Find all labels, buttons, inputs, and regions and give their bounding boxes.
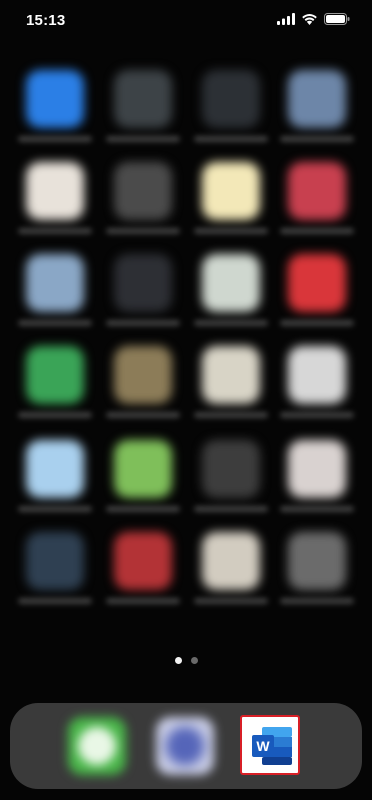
app-label-blurred [280,506,354,512]
status-icons [277,13,350,25]
home-app[interactable] [280,532,354,604]
app-label-blurred [18,412,92,418]
app-label-blurred [280,598,354,604]
cellular-signal-icon [277,13,295,25]
calculator-icon [114,346,172,404]
home-app[interactable] [194,254,268,326]
app-label-blurred [106,412,180,418]
app-label-blurred [280,412,354,418]
app-label-blurred [18,598,92,604]
clock-icon [288,346,346,404]
app-label-blurred [194,136,268,142]
home-app[interactable] [280,346,354,418]
chrome-icon [202,532,260,590]
home-app[interactable] [194,70,268,142]
wallpaper-icon [26,532,84,590]
app-label-blurred [18,506,92,512]
home-app[interactable] [106,254,180,326]
blurred-app-icon [26,254,84,312]
word-letter: W [256,738,270,754]
home-app[interactable] [280,162,354,234]
status-time: 15:13 [26,12,66,29]
home-app[interactable] [106,346,180,418]
app-label-blurred [106,598,180,604]
app-store-icon [26,70,84,128]
messages-icon [114,440,172,498]
blurred-app-icon [114,70,172,128]
app-label-blurred [106,506,180,512]
blurred-app-icon [288,532,346,590]
app-label-blurred [280,228,354,234]
blurred-app-icon [288,162,346,220]
app-label-blurred [18,320,92,326]
app-label-blurred [194,598,268,604]
home-app[interactable] [18,532,92,604]
status-bar: 15:13 [0,0,372,40]
home-app[interactable] [18,70,92,142]
app-label-blurred [18,136,92,142]
app-label-blurred [280,320,354,326]
gmail-icon [288,440,346,498]
app-label-blurred [18,228,92,234]
home-app[interactable] [280,440,354,512]
page-indicator[interactable] [0,657,372,664]
app-label-blurred [280,136,354,142]
notes-icon [202,162,260,220]
home-app[interactable] [194,346,268,418]
home-app[interactable] [106,440,180,512]
app-label-blurred [106,320,180,326]
dock-app-line[interactable] [68,717,126,775]
home-app[interactable] [18,254,92,326]
home-app[interactable] [18,440,92,512]
blurred-app-icon [202,70,260,128]
app-label-blurred [194,228,268,234]
google-maps-icon [202,254,260,312]
line-app-icon [68,717,126,775]
page-dot-2[interactable] [190,657,198,664]
dock-app-microsoft-word[interactable]: W [240,715,300,775]
home-app[interactable] [106,70,180,142]
dock [10,703,362,789]
blurred-app-icon [202,440,260,498]
app-label-blurred [194,320,268,326]
app-label-blurred [194,412,268,418]
youtube-icon [288,254,346,312]
blurred-app-icon [288,70,346,128]
home-app[interactable] [18,162,92,234]
page-dot-1[interactable] [174,657,182,664]
camera-icon [114,162,172,220]
home-app[interactable] [194,532,268,604]
app-label-blurred [106,136,180,142]
app-label-blurred [106,228,180,234]
blurred-app-icon [114,532,172,590]
dock-app-blurred[interactable] [156,717,214,775]
battery-icon [324,13,350,25]
blurred-app-icon [114,254,172,312]
home-app[interactable] [106,532,180,604]
home-app[interactable] [194,162,268,234]
app-label-blurred [194,506,268,512]
google-sheets-icon [26,346,84,404]
blurred-app-icon [156,717,214,775]
google-drive-icon [202,346,260,404]
files-icon [26,440,84,498]
home-app[interactable] [18,346,92,418]
wifi-icon [301,13,318,25]
home-app[interactable] [106,162,180,234]
microsoft-word-icon: W [252,727,292,765]
google-photos-icon [26,162,84,220]
home-app[interactable] [280,254,354,326]
home-app[interactable] [280,70,354,142]
home-app[interactable] [194,440,268,512]
